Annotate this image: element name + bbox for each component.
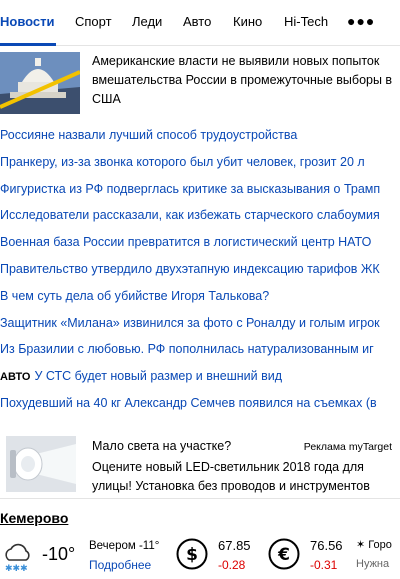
weather-details-link[interactable]: Подробнее — [89, 558, 151, 572]
news-list: Россияне назвали лучший способ трудоустр… — [0, 123, 400, 418]
hero-news-image[interactable] — [0, 52, 80, 114]
news-item[interactable]: Исследователи рассказали, как избежать с… — [0, 203, 400, 230]
news-item-title[interactable]: Защитник «Милана» извинился за фото с Ро… — [0, 316, 380, 330]
news-item-title[interactable]: Фигуристка из РФ подверглась критике за … — [0, 182, 380, 196]
eur-delta: -0.31 — [310, 558, 338, 572]
news-item[interactable]: Похудевший на 40 кг Александр Семчев поя… — [0, 391, 400, 418]
svg-text:✱✱✱: ✱✱✱ — [5, 564, 28, 574]
divider — [0, 498, 400, 499]
news-item-title[interactable]: Из Бразилии с любовью. РФ пополнилась на… — [0, 342, 374, 356]
ad-block[interactable]: Мало света на участке? Реклама myTarget … — [0, 435, 400, 495]
news-item-title[interactable]: Пранкеру, из-за звонка которого был убит… — [0, 155, 365, 169]
ad-image[interactable] — [6, 436, 76, 492]
news-item[interactable]: АВТО У СТС будет новый размер и внешний в… — [0, 364, 400, 391]
extra-info-line[interactable]: Нужна — [356, 558, 389, 570]
usd-delta: -0.28 — [218, 558, 246, 572]
ad-title[interactable]: Мало света на участке? — [92, 439, 231, 453]
three-dots-icon[interactable]: ●●● — [347, 13, 375, 29]
news-category-label: АВТО — [0, 371, 31, 384]
tab-ladies[interactable]: Леди — [132, 14, 162, 29]
current-temperature: -10° — [42, 544, 76, 564]
usd-rate: 67.85 — [218, 538, 251, 553]
news-item-title[interactable]: Похудевший на 40 кг Александр Семчев поя… — [0, 396, 377, 410]
extra-info-line[interactable]: ✶ Горо — [356, 538, 392, 551]
section-tabs: Новости Спорт Леди Авто Кино Hi-Tech ●●● — [0, 0, 400, 46]
tab-auto[interactable]: Авто — [183, 14, 211, 29]
news-item-title[interactable]: В чем суть дела об убийстве Игоря Талько… — [0, 289, 269, 303]
euro-icon[interactable]: € — [268, 538, 300, 570]
news-item-title[interactable]: Исследователи рассказали, как избежать с… — [0, 208, 380, 222]
news-item[interactable]: Защитник «Милана» извинился за фото с Ро… — [0, 311, 400, 338]
evening-temperature: Вечером -11° — [89, 540, 160, 552]
news-item[interactable]: В чем суть дела об убийстве Игоря Талько… — [0, 284, 400, 311]
news-item[interactable]: Из Бразилии с любовью. РФ пополнилась на… — [0, 337, 400, 364]
ad-source-label: Реклама myTarget — [303, 441, 392, 453]
snow-cloud-icon[interactable]: ✱✱✱ — [2, 540, 32, 574]
tab-sport[interactable]: Спорт — [75, 14, 112, 29]
tab-news[interactable]: Новости — [0, 14, 55, 29]
svg-text:$: $ — [186, 545, 198, 565]
news-item[interactable]: Пранкеру, из-за звонка которого был убит… — [0, 150, 400, 177]
news-item-title[interactable]: У СТС будет новый размер и внешний вид — [34, 369, 282, 383]
news-item[interactable]: Россияне назвали лучший способ трудоустр… — [0, 123, 400, 150]
tab-cinema[interactable]: Кино — [233, 14, 262, 29]
active-tab-indicator — [0, 43, 56, 46]
eur-rate: 76.56 — [310, 538, 343, 553]
news-item[interactable]: Правительство утвердило двухэтапную инде… — [0, 257, 400, 284]
news-item-title[interactable]: Россияне назвали лучший способ трудоустр… — [0, 128, 297, 142]
news-item-title[interactable]: Правительство утвердило двухэтапную инде… — [0, 262, 380, 276]
news-item[interactable]: Фигуристка из РФ подверглась критике за … — [0, 177, 400, 204]
svg-text:€: € — [277, 545, 290, 565]
news-item-title[interactable]: Военная база России превратится в логист… — [0, 235, 371, 249]
tab-hitech[interactable]: Hi-Tech — [284, 14, 328, 29]
ad-text[interactable]: Оцените новый LED-светильник 2018 года д… — [92, 458, 397, 496]
city-link[interactable]: Кемерово — [0, 510, 68, 526]
dollar-icon[interactable]: $ — [176, 538, 208, 570]
hero-news-title[interactable]: Американские власти не выявили новых поп… — [92, 52, 398, 109]
news-item[interactable]: Военная база России превратится в логист… — [0, 230, 400, 257]
